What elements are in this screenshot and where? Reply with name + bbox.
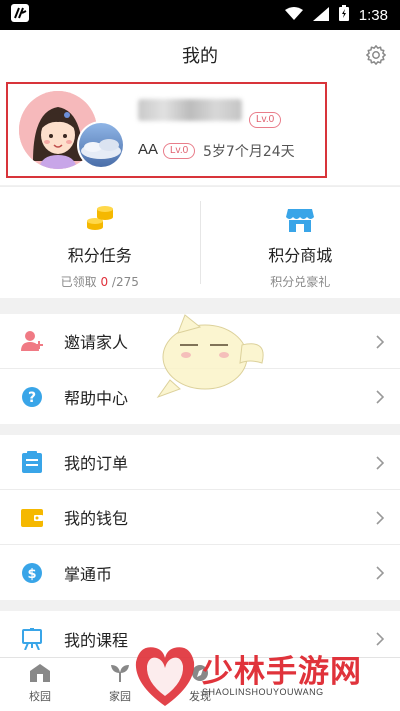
coin-icon: $	[0, 562, 64, 584]
menu-label: 邀请家人	[64, 333, 129, 352]
menu-item-my-orders[interactable]: 我的订单	[0, 435, 400, 490]
school-icon	[30, 664, 50, 686]
chevron-right-icon	[376, 455, 385, 474]
store-icon	[286, 205, 315, 233]
menu-label: 我的钱包	[64, 509, 129, 528]
add-user-icon	[0, 330, 64, 352]
points-task-progress: 已领取 0 /275	[61, 273, 139, 290]
menu-item-coins[interactable]: $ 掌通币	[0, 545, 400, 600]
help-icon: ?	[0, 386, 64, 408]
menu-item-my-wallet[interactable]: 我的钱包	[0, 490, 400, 545]
tab-school[interactable]: 校园	[0, 658, 80, 711]
app-notification-icon	[10, 3, 30, 27]
status-bar: 1:38	[0, 0, 400, 30]
status-time: 1:38	[358, 6, 388, 24]
watermark-text: 少林手游网	[202, 654, 362, 690]
points-mall-sub: 积分兑豪礼	[270, 275, 331, 289]
progress-total: /275	[108, 275, 139, 289]
site-watermark: 少林手游网 SHAOLINSHOUYOUWANG	[130, 640, 400, 711]
coins-icon	[86, 205, 114, 233]
watermark-subtext: SHAOLINSHOUYOUWANG	[202, 687, 324, 697]
battery-icon	[338, 5, 349, 25]
sprout-icon	[110, 664, 130, 686]
menu-label: 我的课程	[64, 630, 129, 650]
highlight-frame	[6, 82, 327, 178]
gear-icon[interactable]	[364, 43, 388, 67]
progress-prefix: 已领取	[60, 275, 101, 289]
chevron-right-icon	[376, 389, 385, 408]
menu-label: 我的订单	[64, 454, 129, 473]
chevron-right-icon	[376, 565, 385, 584]
page-title: 我的	[182, 46, 218, 67]
signal-icon	[312, 6, 329, 25]
points-task-card[interactable]: 积分任务 已领取 0 /275	[0, 187, 200, 298]
menu-label: 掌通币	[64, 564, 113, 584]
menu-label: 帮助中心	[64, 388, 129, 408]
course-icon	[0, 627, 64, 650]
page-header: 我的	[0, 30, 400, 80]
claimed-count: 0	[100, 275, 109, 289]
points-mall-title: 积分商城	[268, 246, 333, 265]
points-section: 积分任务 已领取 0 /275 积分商城 积分兑豪礼	[0, 186, 400, 298]
svg-text:?: ?	[28, 390, 36, 406]
mascot-watermark	[150, 305, 270, 405]
svg-text:$: $	[27, 567, 36, 582]
wifi-icon	[284, 6, 303, 25]
points-mall-card[interactable]: 积分商城 积分兑豪礼	[201, 187, 400, 298]
menu-group-orders: 我的订单 我的钱包 $ 掌通币	[0, 435, 400, 600]
tab-label: 校园	[29, 690, 51, 703]
profile-card[interactable]: Lv.0 AA Lv.0 5岁7个月24天	[0, 80, 400, 185]
wallet-icon	[0, 507, 64, 527]
order-icon	[0, 451, 64, 473]
tab-label: 家园	[109, 690, 131, 703]
chevron-right-icon	[376, 334, 385, 353]
watermark-heart-logo	[135, 647, 195, 706]
chevron-right-icon	[376, 510, 385, 529]
points-task-title: 积分任务	[67, 246, 132, 265]
